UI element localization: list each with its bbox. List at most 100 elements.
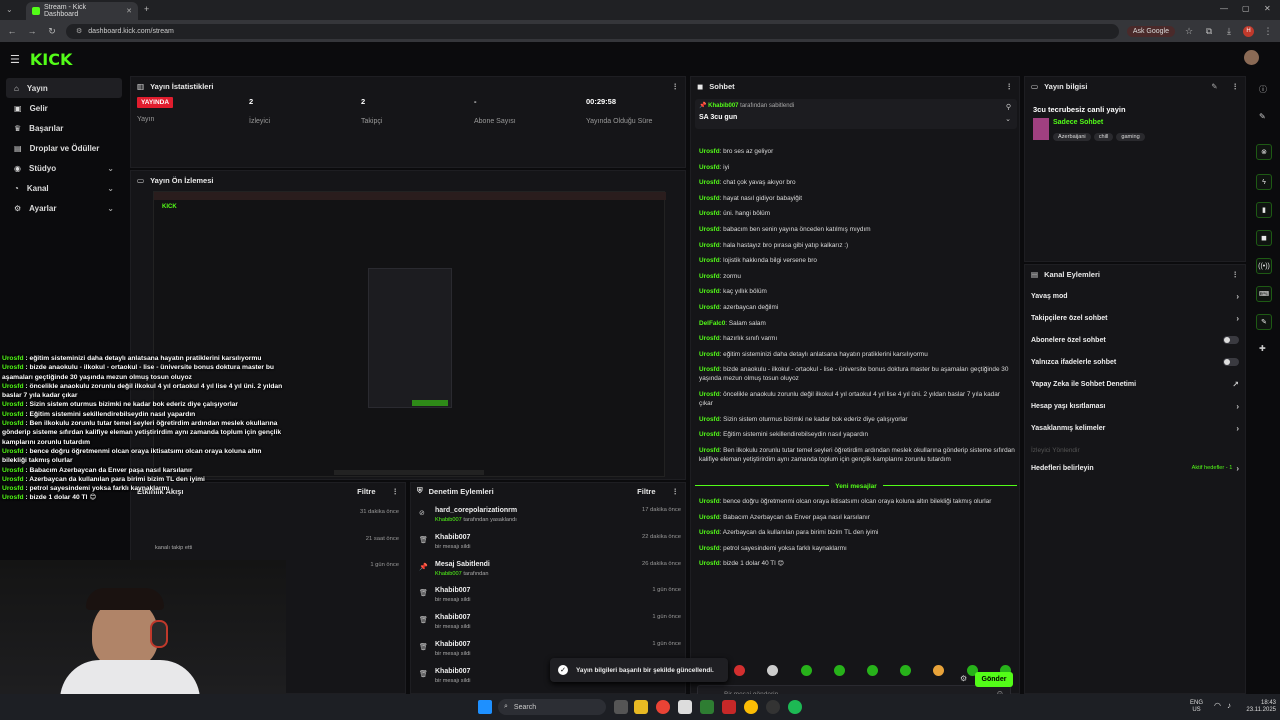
chat-message[interactable]: DelFalc0: Salam salam — [699, 319, 1015, 328]
wifi-icon[interactable]: ◠ — [1214, 701, 1221, 710]
add-widget-icon[interactable]: ✚ — [1259, 344, 1266, 353]
chat-username[interactable]: Urosfd — [699, 431, 720, 438]
send-button[interactable]: Gönder — [975, 672, 1013, 687]
chat-message[interactable]: Urosfd: hala hastayız bro pırasa gibi ya… — [699, 241, 1015, 250]
emote-icon[interactable] — [833, 665, 845, 676]
chat-message[interactable]: Urosfd: azerbaycan değilmi — [699, 303, 1015, 312]
minimize-icon[interactable]: — — [1220, 4, 1228, 13]
chat-username[interactable]: Urosfd — [699, 273, 720, 280]
channel-action-row[interactable]: Yapay Zeka ile Sohbet Denetimi ↗ — [1031, 375, 1239, 393]
moderation-row[interactable]: 🗑 Khabib007 bir mesajı sildi 1 gün önce — [417, 614, 681, 640]
channel-action-row[interactable]: Yalnızca ifadelerle sohbet — [1031, 353, 1239, 371]
chat-username[interactable]: Urosfd — [699, 257, 720, 264]
chat-message[interactable]: Urosfd: Ben ilkokulu zorunlu tutar temel… — [699, 446, 1015, 464]
channel-action-row[interactable]: Yasaklanmış kelimeler › — [1031, 419, 1239, 437]
window-close-icon[interactable]: ✕ — [1264, 4, 1271, 13]
chat-username[interactable]: Urosfd — [699, 148, 720, 155]
windows-start-icon[interactable] — [478, 700, 492, 714]
user-avatar[interactable] — [1244, 50, 1259, 65]
chrome-active-icon[interactable] — [744, 700, 758, 714]
chat-message[interactable]: Urosfd: üni. hangi bölüm — [699, 209, 1015, 218]
file-explorer-icon[interactable] — [634, 700, 648, 714]
volume-icon[interactable]: ♪ — [1227, 701, 1231, 710]
rail-broadcast-icon[interactable]: ((•)) — [1256, 258, 1272, 274]
chat-username[interactable]: Urosfd — [699, 226, 720, 233]
chat-message[interactable]: Urosfd: Eğitim sistemini sekillendirebil… — [699, 430, 1015, 439]
filter-button[interactable]: Filtre — [637, 487, 655, 496]
chat-message[interactable]: Urosfd: bence doğru öğretmenmi olcan ora… — [699, 497, 1015, 506]
chat-message[interactable]: Urosfd: zormu — [699, 272, 1015, 281]
site-info-icon[interactable]: ⚙ — [76, 27, 82, 35]
more-icon[interactable]: ⋮ — [672, 487, 680, 496]
tab-menu-icon[interactable]: ⌄ — [6, 5, 13, 14]
maximize-icon[interactable]: ▢ — [1242, 4, 1250, 13]
chat-username[interactable]: Urosfd — [699, 545, 720, 552]
category-name[interactable]: Sadece Sohbet — [1053, 119, 1103, 126]
chrome-icon[interactable] — [656, 700, 670, 714]
back-icon[interactable]: ← — [6, 26, 18, 36]
sidebar-item-kanal[interactable]: ◔ Kanal ⌄ — [6, 178, 122, 198]
clock[interactable]: 18:43 23.11.2025 — [1238, 700, 1276, 714]
moderation-row[interactable]: 🗑 Khabib007 bir mesajı sildi 1 gün önce — [417, 587, 681, 613]
store-icon[interactable] — [678, 700, 692, 714]
chat-message[interactable]: Urosfd: hayat nasıl gidiyor babayiğit — [699, 194, 1015, 203]
chat-message[interactable]: Urosfd: bizde anaokulu - ilkokul - ortao… — [699, 365, 1015, 383]
more-icon[interactable]: ⋮ — [1006, 82, 1014, 91]
sidebar-item-gelir[interactable]: ▣ Gelir — [6, 98, 122, 118]
rail-wrench-icon[interactable]: ✎ — [1256, 314, 1272, 330]
chat-username[interactable]: Urosfd — [699, 351, 720, 358]
sidebar-item-droplar[interactable]: ▤ Droplar ve Ödüller — [6, 138, 122, 158]
rail-note-icon[interactable]: ▮ — [1256, 202, 1272, 218]
app-icon[interactable] — [700, 700, 714, 714]
moderation-row[interactable]: 🗑 Khabib007 bir mesajı sildi 22 dakika önce — [417, 534, 681, 560]
chat-username[interactable]: Urosfd — [699, 304, 720, 311]
spotify-icon[interactable] — [788, 700, 802, 714]
channel-action-row[interactable]: Takipçilere özel sohbet › — [1031, 309, 1239, 327]
help-icon[interactable]: ⓘ — [1259, 84, 1267, 95]
chat-username[interactable]: Urosfd — [699, 195, 720, 202]
channel-action-row[interactable]: Abonelere özel sohbet — [1031, 331, 1239, 349]
toggle-switch[interactable] — [1223, 336, 1239, 344]
chat-message[interactable]: Urosfd: Sizin sistem oturmus bizimki ne … — [699, 415, 1015, 424]
emote-icon[interactable] — [767, 665, 779, 676]
chat-message[interactable]: Urosfd: Azerbaycan da kullanılan para bi… — [699, 528, 1015, 537]
new-tab-icon[interactable]: + — [144, 4, 149, 14]
extensions-icon[interactable]: ⧉ — [1203, 26, 1215, 37]
chat-message[interactable]: Urosfd: eğitim sisteminizi daha detaylı … — [699, 350, 1015, 359]
chat-message[interactable]: Urosfd: öncelikle anaokulu zorunlu değil… — [699, 390, 1015, 408]
profile-avatar[interactable]: H — [1243, 25, 1254, 37]
chat-username[interactable]: Urosfd — [699, 288, 720, 295]
url-input[interactable]: ⚙ dashboard.kick.com/stream — [66, 23, 1119, 39]
reload-icon[interactable]: ↻ — [46, 26, 58, 37]
more-icon[interactable]: ⋮ — [1232, 82, 1240, 91]
chat-username[interactable]: Urosfd — [699, 366, 720, 373]
chat-message[interactable]: Urosfd: bro ses az geliyor — [699, 147, 1015, 156]
bookmark-star-icon[interactable]: ☆ — [1183, 26, 1195, 37]
sidebar-item-ayarlar[interactable]: ⚙ Ayarlar ⌄ — [6, 198, 122, 218]
channel-action-row[interactable]: Hesap yaşı kısıtlaması › — [1031, 397, 1239, 415]
rail-chat-icon[interactable]: ◼ — [1256, 230, 1272, 246]
kick-logo[interactable]: KICK — [30, 50, 73, 69]
emote-icon[interactable] — [800, 665, 812, 676]
task-view-icon[interactable] — [614, 700, 628, 714]
chat-username[interactable]: Urosfd — [699, 164, 720, 171]
more-icon[interactable]: ⋮ — [1232, 270, 1240, 279]
emote-icon[interactable] — [933, 665, 945, 676]
chat-message[interactable]: Urosfd: iyi — [699, 163, 1015, 172]
taskbar-search[interactable]: ⌕ Search — [498, 699, 606, 715]
edit-icon[interactable]: ✎ — [1259, 112, 1266, 121]
chevron-down-icon[interactable]: ⌄ — [1005, 115, 1011, 123]
rail-lightning-icon[interactable]: ϟ — [1256, 174, 1272, 190]
close-icon[interactable]: ✕ — [126, 7, 132, 15]
chat-username[interactable]: DelFalc0 — [699, 320, 725, 327]
chat-message[interactable]: Urosfd: chat çok yavaş akıyor bro — [699, 178, 1015, 187]
pin-icon[interactable]: ⚲ — [1006, 103, 1011, 111]
downloads-icon[interactable]: ⤓ — [1223, 26, 1235, 37]
chat-username[interactable]: Urosfd — [699, 498, 720, 505]
chat-username[interactable]: Urosfd — [699, 514, 720, 521]
moderation-row[interactable]: 📌 Mesaj Sabitlendi Khabib007 tarafından 26 … — [417, 561, 681, 587]
sidebar-item-yayin[interactable]: ⌂ Yayın — [6, 78, 122, 98]
chat-username[interactable]: Urosfd — [699, 447, 720, 454]
rail-ban-icon[interactable]: ⊗ — [1256, 144, 1272, 160]
edit-icon[interactable]: ✎ — [1211, 82, 1217, 91]
